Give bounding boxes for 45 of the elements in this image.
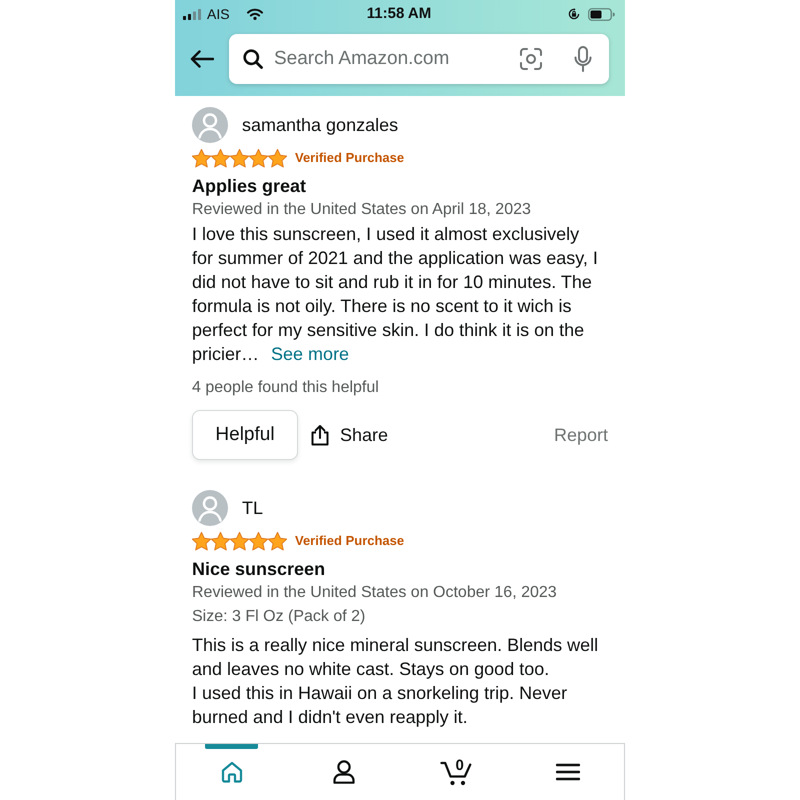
wifi-icon	[246, 8, 263, 20]
report-button[interactable]: Report	[554, 422, 608, 448]
battery-icon	[588, 8, 615, 20]
share-button[interactable]: Share	[310, 422, 388, 448]
back-arrow-icon	[190, 50, 214, 68]
star-icon	[192, 532, 211, 550]
review-text: I love this sunscreen, I used it almost exclusively for summer of 2021 and the application was easy, I did not have to sit and rub it in for 10 minutes. The formula is not oily. There is no scent to it wich is perfect for my sensitive skin. I do think it is on the pricier… See more	[192, 223, 599, 366]
star-icon	[268, 148, 287, 168]
review-size: Size: 3 Fl Oz (Pack of 2)	[192, 607, 366, 627]
review-title: Applies great	[192, 175, 308, 198]
star-icon	[249, 532, 268, 550]
review-text: This is a really nice mineral sunscreen. Blends well and leaves no white cast. Stays on good too. I used this in Hawaii on a snorkeling trip. Never burned and I didn't even reapply it.	[192, 634, 600, 729]
star-icon	[211, 148, 230, 168]
search-bar[interactable]: Search Amazon.com	[229, 34, 609, 84]
rotation-lock-icon	[568, 8, 580, 20]
reviewer-name: TL	[242, 497, 264, 519]
verified-purchase-label: Verified Purchase	[295, 533, 404, 549]
home-icon	[220, 760, 244, 784]
status-time: 11:58 AM	[366, 5, 432, 23]
microphone-icon[interactable]	[574, 46, 592, 72]
star-icon	[249, 148, 268, 168]
back-button[interactable]	[190, 50, 214, 68]
menu-icon	[556, 763, 580, 781]
share-icon	[310, 424, 330, 446]
star-icon	[192, 148, 211, 168]
star-icon	[268, 532, 287, 550]
review-date: Reviewed in the United States on October 16, 2023	[192, 583, 558, 603]
star-icon	[230, 532, 249, 550]
search-field[interactable]: Search Amazon.com	[274, 47, 519, 71]
helpful-button[interactable]: Helpful	[192, 410, 298, 460]
star-icon	[230, 148, 249, 168]
reviewer-name: samantha gonzales	[242, 114, 398, 136]
carrier-name: AIS	[207, 6, 230, 22]
helpful-count-text: 4 people found this helpful	[192, 378, 380, 398]
camera-icon[interactable]	[519, 47, 543, 71]
see-more-link[interactable]: See more	[271, 344, 350, 364]
person-icon	[333, 760, 355, 784]
star-icon	[211, 532, 230, 550]
review-date: Reviewed in the United States on April 18, 2023	[192, 200, 532, 220]
avatar-icon	[192, 107, 228, 143]
search-icon	[243, 49, 263, 69]
avatar-icon	[192, 490, 228, 526]
signal-icon	[183, 8, 201, 20]
review-title: Nice sunscreen	[192, 558, 326, 581]
verified-purchase-label: Verified Purchase	[295, 150, 404, 166]
